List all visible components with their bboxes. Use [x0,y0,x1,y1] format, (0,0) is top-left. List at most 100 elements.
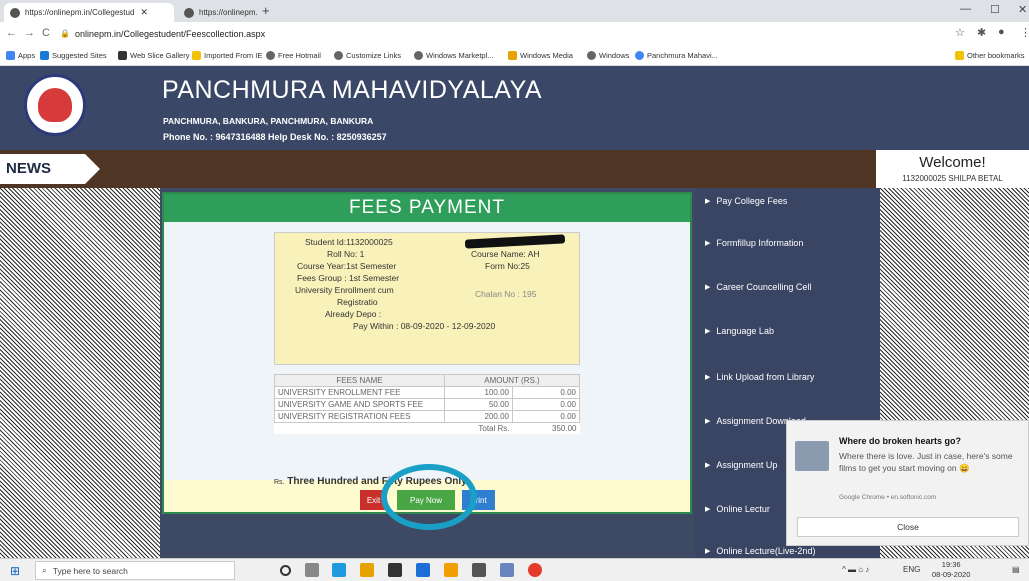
app-icon[interactable] [444,563,458,577]
university-line-2: Registratio [337,297,378,307]
menu-item-pay-college-fees[interactable]: ▶ Pay College Fees [705,196,787,206]
reload-icon[interactable]: C [42,27,50,39]
roll-no: Roll No: 1 [327,249,365,259]
fees-title: FEES PAYMENT [164,194,690,222]
arrow-icon: ▶ [705,462,711,469]
internet-explorer-icon[interactable] [416,563,430,577]
windows-taskbar: ⊞ ⌕ Type here to search ^ ▬ ⌂ ♪ ENG 19:3… [0,558,1029,581]
fees-group: Fees Group : 1st Semester [297,273,400,283]
news-label: NEWS [0,154,100,184]
close-icon[interactable]: ✕ [140,7,148,18]
already-depo: Already Depo : [325,309,382,319]
browser-tab-1[interactable]: https://onlinepm.in/Collegestud ✕ [4,3,174,22]
globe-icon [334,51,343,60]
bookmark-suggested-sites[interactable]: Suggested Sites [40,51,107,60]
fee-name: UNIVERSITY REGISTRATION FEES [274,410,445,423]
college-phone: Phone No. : 9647316488 Help Desk No. : 8… [163,132,387,142]
table-row: UNIVERSITY GAME AND SPORTS FEE 50.00 0.0… [274,398,580,411]
form-no: Form No:25 [485,261,530,271]
bookmark-windows[interactable]: Windows [587,51,629,60]
bookmark-apps[interactable]: Apps [6,51,35,60]
bookmark-customize-links[interactable]: Customize Links [334,51,401,60]
edge-legacy-icon[interactable] [332,563,346,577]
bookmark-imported[interactable]: Imported From IE [192,51,262,60]
fee-paid: 0.00 [512,398,580,411]
chrome-icon[interactable] [528,563,542,577]
redaction-mark [464,234,566,249]
screen: https://onlinepm.in/Collegestud ✕ https:… [0,0,1029,581]
address-bar[interactable]: 🔒 onlinepm.in/Collegestudent/Feescollect… [60,25,960,42]
bookmark-web-slice[interactable]: Web Slice Gallery [118,51,189,60]
app-icon[interactable] [472,563,486,577]
bookmark-icon [118,51,127,60]
folder-icon [955,51,964,60]
total-row: Total Rs. 350.00 [275,423,580,435]
fee-name: UNIVERSITY GAME AND SPORTS FEE [274,398,445,411]
college-name: PANCHMURA MAHAVIDYALAYA [162,76,543,104]
app-icon[interactable] [500,563,514,577]
arrow-icon: ▶ [705,284,711,291]
bookmark-windows-marketplace[interactable]: Windows Marketpl... [414,51,494,60]
notification-center-icon[interactable]: ▤ [1012,565,1020,574]
fee-amount: 100.00 [444,386,513,399]
cortana-icon[interactable] [280,565,291,576]
browser-tab-2[interactable]: https://onlinepm.in/Admission/ ✕ [178,3,258,22]
browser-toolbar: ← → C 🔒 onlinepm.in/Collegestudent/Feesc… [0,22,1029,46]
college-logo [24,74,86,136]
arrow-icon: ▶ [705,328,711,335]
profile-icon[interactable]: ● [998,26,1005,38]
university-line-1: University Enrollment cum [295,285,394,295]
fee-name: UNIVERSITY ENROLLMENT FEE [274,386,445,399]
notification-close-button[interactable]: Close [797,517,1019,537]
menu-item-link-upload[interactable]: ▶ Link Upload from Library [705,372,814,382]
menu-item-online-lecture-live[interactable]: ▶ Online Lecture(Live-2nd) [705,546,815,556]
left-pattern [0,188,160,558]
taskbar-search-input[interactable]: ⌕ Type here to search [35,561,235,580]
table-row: UNIVERSITY ENROLLMENT FEE 100.00 0.00 [274,386,580,399]
arrow-icon: ▶ [705,374,711,381]
notification-body: Where there is love. Just in case, here'… [839,451,1013,473]
globe-icon [587,51,596,60]
close-window-icon[interactable]: ✕ [1018,3,1027,16]
college-address: PANCHMURA, BANKURA, PANCHMURA, BANKURA [163,116,374,126]
bookmark-hotmail[interactable]: Free Hotmail [266,51,321,60]
bookmark-windows-media[interactable]: Windows Media [508,51,573,60]
arrow-icon: ▶ [705,240,711,247]
menu-item-formfillup[interactable]: ▶ Formfillup Information [705,238,803,248]
clock[interactable]: 19:36 08-09-2020 [932,560,970,580]
chrome-notification[interactable]: Where do broken hearts go? Where there i… [786,420,1029,546]
globe-icon [10,7,20,18]
bookmark-panchmura[interactable]: Panchmura Mahavi... [635,51,718,60]
menu-item-language-lab[interactable]: ▶ Language Lab [705,326,774,336]
windows-start-icon[interactable]: ⊞ [10,564,20,578]
bookmarks-bar: Apps Suggested Sites Web Slice Gallery I… [0,46,1029,66]
tray-icons[interactable]: ^ ▬ ⌂ ♪ [842,565,869,574]
new-tab-button[interactable]: + [262,3,270,18]
menu-item-career-counselling[interactable]: ▶ Career Councelling Cell [705,282,811,292]
maximize-icon[interactable]: ☐ [990,3,1000,16]
notification-title: Where do broken hearts go? [839,436,962,446]
extension-icon[interactable]: ✱ [977,26,986,39]
pay-within: Pay Within : 08-09-2020 - 12-09-2020 [353,321,496,331]
store-icon[interactable] [388,563,402,577]
arrow-icon: ▶ [705,198,711,205]
arrow-icon: ▶ [705,548,711,555]
task-view-icon[interactable] [305,563,319,577]
menu-icon[interactable]: ⋮ [1020,26,1029,39]
forward-icon[interactable]: → [24,27,35,39]
bookmark-other[interactable]: Other bookmarks [955,51,1025,60]
menu-item-assignment-upload[interactable]: ▶ Assignment Up [705,460,777,470]
chalan-no: Chalan No : 195 [475,289,537,299]
globe-icon [266,51,275,60]
menu-item-online-lecture[interactable]: ▶ Online Lectur [705,504,770,514]
fees-table: FEES NAME AMOUNT (RS.) UNIVERSITY ENROLL… [274,374,580,434]
search-icon: ⌕ [42,565,47,575]
minimize-icon[interactable]: — [960,3,971,15]
course-name: Course Name: AH [471,249,540,259]
back-icon[interactable]: ← [6,27,17,39]
table-row: UNIVERSITY REGISTRATION FEES 200.00 0.00 [274,410,580,423]
star-icon[interactable]: ☆ [955,26,965,39]
language-indicator[interactable]: ENG [903,565,920,574]
fee-paid: 0.00 [512,386,580,399]
file-explorer-icon[interactable] [360,563,374,577]
